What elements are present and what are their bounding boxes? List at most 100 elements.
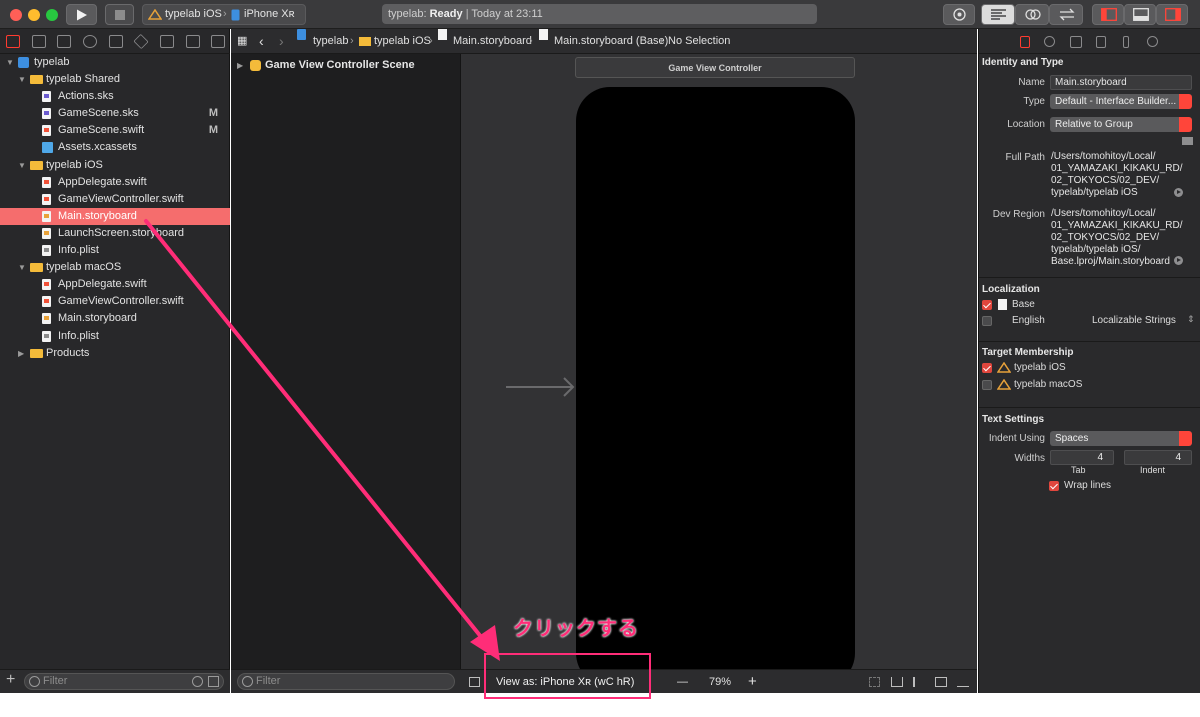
debug-icon[interactable] xyxy=(160,35,174,48)
localization-english-label: English xyxy=(1012,315,1045,326)
zoom-level[interactable]: 79% xyxy=(709,670,731,694)
disclosure-down-icon[interactable]: ▼ xyxy=(18,71,26,88)
dev-region-line: /Users/tomohitoy/Local/ xyxy=(1051,208,1156,219)
assistant-editor-button[interactable] xyxy=(1015,4,1049,25)
localization-english-popup[interactable]: Localizable Strings xyxy=(1092,315,1176,326)
file-inspector-icon[interactable] xyxy=(1020,36,1030,48)
location-popup[interactable]: Relative to Group xyxy=(1050,117,1192,132)
navigator-file-row[interactable]: Info.plist xyxy=(0,328,230,345)
stop-button[interactable] xyxy=(105,4,134,25)
close-window-button[interactable] xyxy=(10,9,22,21)
navigator-file-row[interactable]: GameViewController.swift xyxy=(0,293,230,310)
navigator-group-row[interactable]: ▼ typelab iOS xyxy=(0,157,230,174)
version-editor-button[interactable] xyxy=(1049,4,1083,25)
filter-icon xyxy=(242,676,253,687)
test-icon[interactable] xyxy=(133,33,149,50)
entry-point-arrow-icon[interactable] xyxy=(506,376,576,398)
navigator-file-row[interactable]: GameViewController.swift xyxy=(0,191,230,208)
toggle-navigator-button[interactable] xyxy=(1092,4,1124,25)
add-file-icon[interactable]: + xyxy=(6,671,15,689)
crumb-selection[interactable]: No Selection xyxy=(668,29,730,54)
navigator-file-row[interactable]: LaunchScreen.storyboard xyxy=(0,225,230,242)
resolve-issues-icon[interactable] xyxy=(957,677,969,687)
navigator-file-row[interactable]: GameScene.sks M xyxy=(0,105,230,122)
recent-files-icon[interactable] xyxy=(192,676,203,687)
crumb-localization[interactable]: Main.storyboard (Base) xyxy=(554,29,668,54)
help-icon[interactable] xyxy=(1044,36,1055,47)
type-popup[interactable]: Default - Interface Builder... xyxy=(1050,94,1192,109)
folder-icon[interactable] xyxy=(6,35,20,48)
outline-scene-row[interactable]: ▶ Game View Controller Scene xyxy=(231,57,460,74)
navigator-file-row[interactable]: GameScene.swift M xyxy=(0,122,230,139)
outline-filter-input[interactable]: Filter xyxy=(237,673,455,690)
navigator-file-row[interactable]: Main.storyboard xyxy=(0,310,230,327)
wrap-lines-checkbox[interactable] xyxy=(1049,481,1059,491)
source-control-icon[interactable] xyxy=(32,35,46,48)
view-controller-preview[interactable] xyxy=(576,87,855,687)
navigator-file-row[interactable]: AppDelegate.swift xyxy=(0,276,230,293)
indent-caption: Indent xyxy=(1140,465,1166,475)
divider xyxy=(979,407,1200,408)
size-icon[interactable] xyxy=(1123,36,1129,48)
navigator-group-row[interactable]: ▼ typelab macOS xyxy=(0,259,230,276)
navigator-file-row[interactable]: Actions.sks xyxy=(0,88,230,105)
identity-icon[interactable] xyxy=(1070,36,1082,48)
run-button[interactable] xyxy=(66,4,97,25)
localization-base-checkbox[interactable] xyxy=(982,300,992,310)
standard-editor-button[interactable] xyxy=(981,4,1015,25)
align-icon[interactable] xyxy=(913,677,925,687)
navigator-file-row[interactable]: Info.plist xyxy=(0,242,230,259)
crumb-file[interactable]: Main.storyboard xyxy=(453,29,532,54)
tab-width-field[interactable]: 4 xyxy=(1050,450,1114,465)
navigator-group-row[interactable]: ▼ typelab xyxy=(0,54,230,71)
zoom-out-button[interactable]: — xyxy=(677,670,688,694)
navigator-file-row[interactable]: AppDelegate.swift xyxy=(0,174,230,191)
disclosure-down-icon[interactable]: ▼ xyxy=(18,259,26,276)
search-icon[interactable] xyxy=(83,35,97,48)
toggle-debug-area-button[interactable] xyxy=(1124,4,1156,25)
target-ios-checkbox[interactable] xyxy=(982,363,992,373)
navigator-file-row[interactable]: Main.storyboard xyxy=(0,207,230,225)
disclosure-down-icon[interactable]: ▼ xyxy=(6,54,14,71)
zoom-in-button[interactable]: + xyxy=(748,670,757,694)
reveal-in-finder-icon[interactable] xyxy=(1174,256,1183,265)
toggle-outline-icon[interactable] xyxy=(469,677,480,687)
target-macos-checkbox[interactable] xyxy=(982,380,992,390)
localization-english-checkbox[interactable] xyxy=(982,316,992,326)
navigator-filter-input[interactable]: Filter xyxy=(24,673,224,690)
name-field[interactable]: Main.storyboard xyxy=(1050,75,1192,90)
forward-icon[interactable]: › xyxy=(279,29,284,54)
crumb-project[interactable]: typelab xyxy=(313,29,348,54)
indent-using-popup[interactable]: Spaces xyxy=(1050,431,1192,446)
add-constraints-icon[interactable] xyxy=(935,677,947,687)
warning-icon[interactable] xyxy=(109,35,123,48)
symbol-icon[interactable] xyxy=(57,35,71,48)
report-icon[interactable] xyxy=(211,35,225,48)
disclosure-right-icon[interactable]: ▶ xyxy=(18,345,24,362)
navigator-group-row[interactable]: ▼ typelab Shared xyxy=(0,71,230,88)
related-items-icon[interactable]: ▦ xyxy=(237,29,247,54)
scheme-selector[interactable]: typelab iOS › iPhone Xʀ xyxy=(142,4,306,25)
back-icon[interactable]: ‹ xyxy=(259,29,264,54)
connections-icon[interactable] xyxy=(1147,36,1158,47)
crumb-group[interactable]: typelab iOS xyxy=(374,29,431,54)
indent-width-field[interactable]: 4 xyxy=(1124,450,1192,465)
navigator-group-row[interactable]: ▶ Products xyxy=(0,345,230,362)
navigator-file-row[interactable]: Assets.xcassets xyxy=(0,139,230,156)
reveal-in-finder-icon[interactable] xyxy=(1174,188,1183,197)
disclosure-down-icon[interactable]: ▼ xyxy=(18,157,26,174)
scm-filter-icon[interactable] xyxy=(208,676,219,687)
zoom-window-button[interactable] xyxy=(46,9,58,21)
disclosure-right-icon[interactable]: ▶ xyxy=(237,57,243,74)
library-button[interactable] xyxy=(943,4,975,25)
attributes-icon[interactable] xyxy=(1096,36,1106,48)
choose-folder-icon[interactable] xyxy=(1182,137,1193,145)
popup-arrows-icon xyxy=(1179,94,1192,109)
embed-in-icon[interactable] xyxy=(891,677,903,687)
update-frames-icon[interactable] xyxy=(869,677,880,687)
storyboard-canvas[interactable]: Game View Controller xyxy=(461,54,977,687)
breakpoint-icon[interactable] xyxy=(186,35,200,48)
minimize-window-button[interactable] xyxy=(28,9,40,21)
scene-title-bar[interactable]: Game View Controller xyxy=(575,57,855,78)
toggle-inspector-button[interactable] xyxy=(1156,4,1188,25)
